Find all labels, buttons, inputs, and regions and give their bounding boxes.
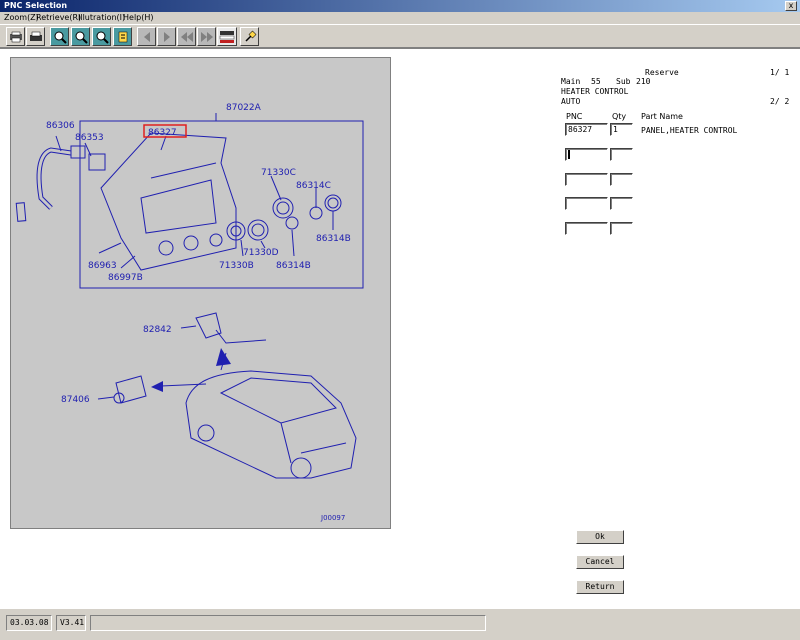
label-71330d[interactable]: 71330D bbox=[243, 248, 279, 258]
sub-value: 210 bbox=[636, 77, 651, 86]
first-page-button[interactable] bbox=[137, 27, 156, 46]
menu-illustration[interactable]: Illutration(I) bbox=[78, 13, 125, 22]
group-name: HEATER CONTROL bbox=[561, 87, 629, 96]
pnc-field-4[interactable] bbox=[565, 197, 608, 210]
status-bar: 03.03.08 V3.41 bbox=[0, 608, 800, 640]
menu-zoom[interactable]: Zoom(Z) bbox=[4, 13, 39, 22]
edit-button[interactable] bbox=[113, 27, 132, 46]
return-to-top-button[interactable] bbox=[217, 27, 237, 46]
label-86327[interactable]: 86327 bbox=[148, 128, 177, 138]
label-86314c[interactable]: 86314C bbox=[296, 181, 331, 191]
return-button[interactable]: Return bbox=[576, 580, 624, 594]
next-page-button[interactable] bbox=[157, 27, 176, 46]
label-71330c[interactable]: 71330C bbox=[261, 168, 296, 178]
header-qty: Qty bbox=[612, 112, 627, 121]
pnc-field-2[interactable] bbox=[565, 148, 608, 161]
first-icon bbox=[143, 31, 150, 42]
label-86963[interactable]: 86963 bbox=[88, 261, 117, 271]
zoom-fit-button[interactable] bbox=[92, 27, 111, 46]
page-indicator-top: 1/ 1 bbox=[770, 68, 790, 77]
pnc-field-3[interactable] bbox=[565, 173, 608, 186]
menu-retrieve[interactable]: Retrieve(R) bbox=[36, 13, 81, 22]
edit-icon bbox=[118, 31, 127, 42]
label-71330b[interactable]: 71330B bbox=[219, 261, 254, 271]
sub-label: Sub bbox=[616, 77, 631, 86]
zoom-out-icon bbox=[75, 31, 88, 44]
qty-field-2[interactable] bbox=[610, 148, 633, 161]
label-86353[interactable]: 86353 bbox=[75, 133, 104, 143]
qty-field-1[interactable]: 1 bbox=[610, 123, 633, 136]
header-part-name: Part Name bbox=[641, 112, 683, 121]
header-pnc: PNC bbox=[566, 112, 583, 121]
zoom-out-button[interactable] bbox=[71, 27, 90, 46]
pnc-field-1[interactable]: 86327 bbox=[565, 123, 608, 136]
toolbar bbox=[0, 24, 800, 48]
qty-field-4[interactable] bbox=[610, 197, 633, 210]
last-icon bbox=[200, 31, 213, 42]
printer-button[interactable] bbox=[26, 27, 45, 46]
pin-icon bbox=[244, 30, 256, 42]
zoom-in-icon bbox=[54, 31, 67, 44]
reserve-label: Reserve bbox=[645, 68, 679, 77]
label-86314b-b[interactable]: 86314B bbox=[276, 261, 311, 271]
main-label: Main bbox=[561, 77, 581, 86]
next-icon bbox=[163, 31, 170, 42]
variant-name: AUTO bbox=[561, 97, 581, 106]
status-version: V3.41 bbox=[56, 615, 86, 631]
last-page-button[interactable] bbox=[197, 27, 216, 46]
cancel-button[interactable]: Cancel bbox=[576, 555, 624, 569]
diagram-canvas: 87022A 86306 86353 86327 71330C 86314C 8… bbox=[15, 103, 364, 522]
return-icon bbox=[219, 30, 235, 43]
label-87022a[interactable]: 87022A bbox=[226, 103, 262, 113]
label-86306[interactable]: 86306 bbox=[46, 121, 75, 131]
text-cursor bbox=[568, 150, 570, 159]
print-button[interactable] bbox=[6, 27, 25, 46]
previous-page-button[interactable] bbox=[177, 27, 196, 46]
printer-icon bbox=[29, 31, 42, 41]
illustration-code: J00097 bbox=[320, 514, 345, 522]
qty-field-3[interactable] bbox=[610, 173, 633, 186]
previous-icon bbox=[180, 31, 193, 42]
pnc-field-5[interactable] bbox=[565, 222, 608, 235]
label-87406[interactable]: 87406 bbox=[61, 395, 90, 405]
ok-button[interactable]: Ok bbox=[576, 530, 624, 544]
close-button[interactable]: x bbox=[785, 1, 797, 11]
pin-button[interactable] bbox=[240, 27, 259, 46]
print-icon bbox=[9, 31, 22, 42]
status-message bbox=[90, 615, 486, 631]
zoom-in-button[interactable] bbox=[50, 27, 69, 46]
zoom-fit-icon bbox=[96, 31, 109, 44]
title-bar: PNC Selection x bbox=[0, 0, 800, 12]
menu-bar: Zoom(Z) Retrieve(R) Illutration(I) Help(… bbox=[0, 12, 800, 24]
page-indicator-bottom: 2/ 2 bbox=[770, 97, 790, 106]
part-name-1: PANEL,HEATER CONTROL bbox=[641, 126, 738, 135]
label-86314b-a[interactable]: 86314B bbox=[316, 234, 351, 244]
menu-help[interactable]: Help(H) bbox=[123, 13, 154, 22]
qty-field-5[interactable] bbox=[610, 222, 633, 235]
status-date: 03.03.08 bbox=[6, 615, 52, 631]
main-value: 55 bbox=[591, 77, 601, 86]
window-title: PNC Selection bbox=[4, 1, 68, 10]
label-86997b[interactable]: 86997B bbox=[108, 273, 143, 283]
label-82842[interactable]: 82842 bbox=[143, 325, 172, 335]
parts-illustration[interactable]: 87022A 86306 86353 86327 71330C 86314C 8… bbox=[10, 57, 391, 529]
